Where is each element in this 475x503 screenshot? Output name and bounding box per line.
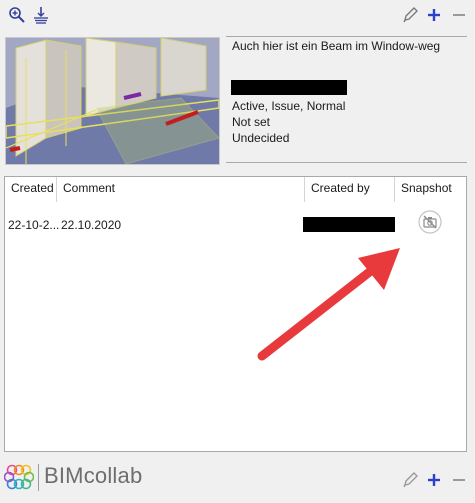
- row-created: 22-10-2...: [8, 218, 60, 232]
- column-header-created[interactable]: Created: [5, 177, 57, 202]
- footer-add-icon[interactable]: [426, 472, 442, 488]
- footer-edit-icon[interactable]: [402, 472, 418, 488]
- issue-title: Auch hier ist ein Beam im Window-weg: [232, 39, 441, 53]
- table-row[interactable]: 22-10-2... 22.10.2020: [5, 207, 466, 237]
- redacted-assignee: [231, 80, 347, 95]
- column-header-snapshot[interactable]: Snapshot: [395, 177, 466, 202]
- brand-divider: [38, 464, 39, 491]
- column-header-comment[interactable]: Comment: [57, 177, 305, 202]
- redacted-created-by: [303, 217, 395, 232]
- add-icon[interactable]: [426, 7, 442, 23]
- issue-status: Active, Issue, Normal: [232, 99, 346, 113]
- edit-icon[interactable]: [402, 7, 418, 23]
- issue-snapshot-thumbnail[interactable]: [5, 37, 220, 165]
- annotation-arrow: [257, 248, 400, 361]
- no-camera-icon[interactable]: [418, 210, 442, 234]
- remove-icon[interactable]: [451, 7, 467, 23]
- column-header-created-by[interactable]: Created by: [305, 177, 395, 202]
- zoom-in-icon[interactable]: [8, 6, 26, 24]
- brand-name: BIMcollab: [44, 463, 143, 488]
- row-comment: 22.10.2020: [61, 218, 122, 232]
- bimcollab-logo: [3, 463, 35, 491]
- issue-milestone: Not set: [232, 115, 271, 129]
- details-top-divider: [226, 36, 467, 37]
- filter-icon[interactable]: [32, 6, 50, 24]
- details-bottom-divider: [226, 162, 467, 163]
- issue-decision: Undecided: [232, 131, 290, 145]
- footer-remove-icon[interactable]: [451, 472, 467, 488]
